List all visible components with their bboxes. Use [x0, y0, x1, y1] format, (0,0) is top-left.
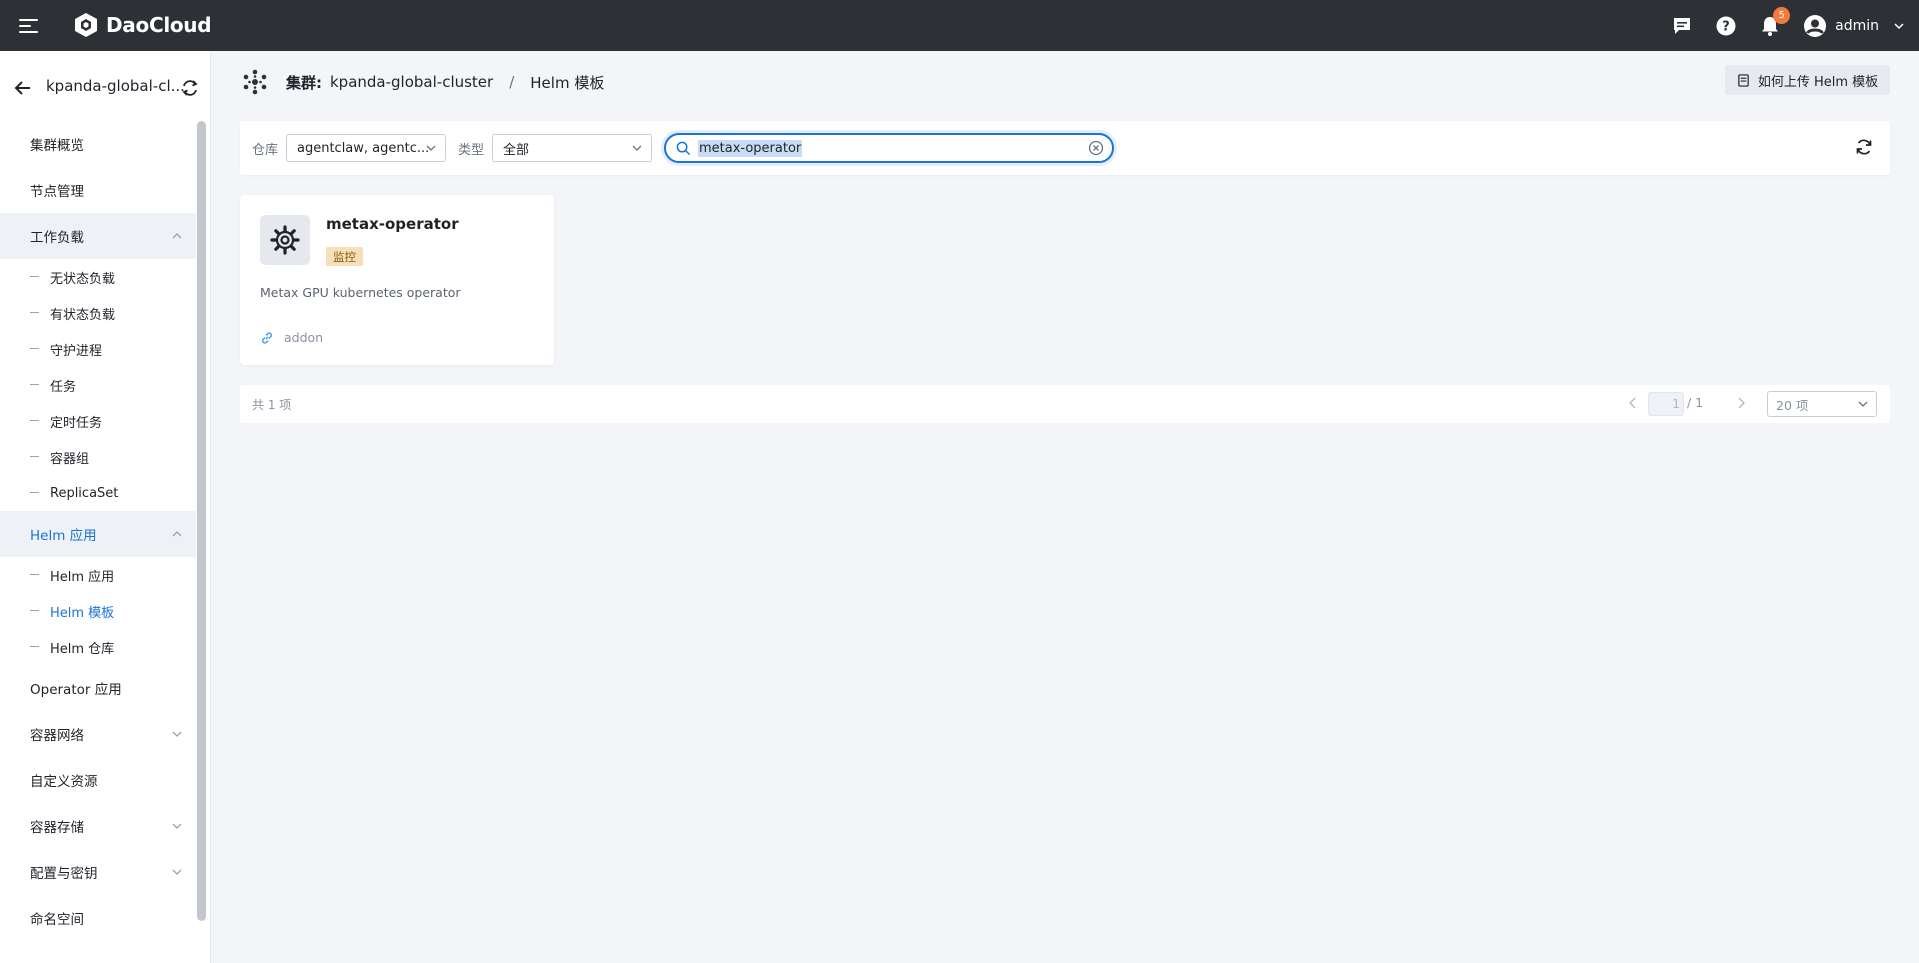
chevron-down-icon: [632, 145, 642, 151]
chat-icon[interactable]: [1671, 15, 1693, 37]
chevron-down-icon: [426, 145, 436, 151]
sidebar-item-namespaces[interactable]: 命名空间: [0, 895, 196, 941]
type-select[interactable]: 全部: [492, 134, 652, 162]
search-icon: [676, 141, 691, 156]
sidebar-item-helm-apps[interactable]: Helm 应用: [0, 511, 196, 557]
chart-description: Metax GPU kubernetes operator: [260, 285, 461, 300]
brand-logo[interactable]: DaoCloud: [72, 11, 212, 39]
svg-text:?: ?: [1722, 19, 1730, 34]
sidebar-item-label: Helm 应用: [30, 528, 97, 544]
how-to-upload-label: 如何上传 Helm 模板: [1757, 74, 1879, 90]
refresh-icon[interactable]: [1854, 137, 1874, 157]
cluster-name: kpanda-global-cl...: [46, 77, 185, 95]
sidebar-subitem-pods[interactable]: 容器组: [0, 439, 196, 475]
chart-title[interactable]: metax-operator: [326, 215, 459, 233]
total-count: 共 1 项: [252, 398, 292, 412]
daocloud-logo-icon: [75, 13, 97, 37]
search-input[interactable]: metax-operator: [664, 133, 1114, 163]
link-icon: [262, 332, 272, 344]
sidebar-scrollbar[interactable]: [197, 121, 206, 921]
type-filter-label: 类型: [458, 143, 485, 158]
breadcrumb-current-page: Helm 模板: [530, 73, 605, 92]
clear-search-icon[interactable]: [1088, 140, 1104, 156]
pagination: 共 1 项 1 / 1 20 项: [240, 385, 1890, 423]
how-to-upload-button[interactable]: 如何上传 Helm 模板: [1725, 65, 1890, 95]
cluster-header: kpanda-global-cl...: [0, 73, 210, 103]
sidebar-subitem-cronjobs[interactable]: 定时任务: [0, 403, 196, 439]
page-size-select[interactable]: 20 项: [1767, 391, 1877, 417]
sidebar: kpanda-global-cl... 集群概览 节点管理 工作负载 无状态负载…: [0, 51, 211, 963]
user-menu[interactable]: admin: [1803, 14, 1905, 38]
helm-chart-card[interactable]: metax-operator 监控 Metax GPU kubernetes o…: [240, 195, 554, 365]
sidebar-item-workloads[interactable]: 工作负载: [0, 213, 196, 259]
sidebar-item-config-secrets[interactable]: 配置与密钥: [0, 849, 196, 895]
sidebar-subitem-daemonsets[interactable]: 守护进程: [0, 331, 196, 367]
menu-icon[interactable]: [18, 15, 40, 37]
sidebar-subitem-jobs[interactable]: 任务: [0, 367, 196, 403]
sidebar-item-custom-resources[interactable]: 自定义资源: [0, 757, 196, 803]
sidebar-nav: 集群概览 节点管理 工作负载 无状态负载 有状态负载 守护进程 任务 定时任务 …: [0, 121, 196, 941]
sidebar-subitem-helm-releases[interactable]: Helm 应用: [0, 557, 196, 593]
filter-bar: 仓库 agentclaw, agentc... 类型 全部 metax-oper…: [240, 121, 1890, 175]
page-total: / 1: [1687, 395, 1704, 410]
repo-select-value: agentclaw, agentc...: [297, 140, 430, 156]
top-navigation-bar: DaoCloud ? 5 admin: [0, 0, 1919, 51]
help-icon[interactable]: ?: [1715, 15, 1737, 37]
notification-badge: 5: [1773, 6, 1791, 24]
chart-repo-name: addon: [284, 330, 324, 345]
sidebar-subitem-statefulsets[interactable]: 有状态负载: [0, 295, 196, 331]
chevron-down-icon: [1894, 22, 1904, 29]
chart-category-tag: 监控: [326, 247, 363, 266]
chevron-left-icon[interactable]: [1626, 396, 1640, 410]
sidebar-item-label: 工作负载: [30, 230, 84, 246]
chevron-down-icon: [172, 731, 182, 737]
sidebar-item-node-management[interactable]: 节点管理: [0, 167, 196, 213]
sidebar-item-cluster-overview[interactable]: 集群概览: [0, 121, 196, 167]
chevron-down-icon: [172, 869, 182, 875]
repo-select[interactable]: agentclaw, agentc...: [286, 134, 446, 162]
back-arrow-icon[interactable]: [13, 78, 33, 98]
page-size-value: 20 项: [1776, 397, 1809, 413]
sidebar-item-operator-apps[interactable]: Operator 应用: [0, 665, 196, 711]
sidebar-item-container-network[interactable]: 容器网络: [0, 711, 196, 757]
gear-icon: [260, 215, 310, 265]
repo-filter-label: 仓库: [252, 143, 279, 158]
sidebar-subitem-deployments[interactable]: 无状态负载: [0, 259, 196, 295]
chevron-down-icon: [172, 823, 182, 829]
chevron-up-icon: [172, 531, 182, 537]
chevron-down-icon: [1858, 401, 1868, 407]
chevron-right-icon[interactable]: [1734, 396, 1748, 410]
sidebar-subitem-replicaset[interactable]: ReplicaSet: [0, 475, 196, 511]
sidebar-subitem-helm-charts[interactable]: Helm 模板: [0, 593, 196, 629]
sidebar-item-label: 容器存储: [30, 820, 84, 836]
chevron-up-icon: [172, 233, 182, 239]
switch-cluster-icon[interactable]: [181, 79, 199, 97]
breadcrumb-separator: /: [509, 73, 515, 91]
sidebar-subitem-helm-repos[interactable]: Helm 仓库: [0, 629, 196, 665]
username: admin: [1835, 17, 1879, 34]
page-number-input[interactable]: 1: [1648, 392, 1684, 416]
breadcrumb-cluster-label: 集群:: [286, 73, 322, 92]
cluster-icon: [243, 69, 267, 95]
brand-name: DaoCloud: [106, 13, 212, 37]
breadcrumb-cluster-link[interactable]: kpanda-global-cluster: [330, 73, 493, 91]
search-input-value: metax-operator: [698, 140, 803, 157]
sidebar-item-label: 容器网络: [30, 728, 84, 744]
type-select-value: 全部: [503, 142, 530, 158]
breadcrumb: 集群: kpanda-global-cluster / Helm 模板: [240, 64, 604, 100]
sidebar-item-label: 配置与密钥: [30, 866, 98, 882]
sidebar-item-container-storage[interactable]: 容器存储: [0, 803, 196, 849]
bell-icon[interactable]: 5: [1759, 6, 1791, 37]
document-icon: [1738, 73, 1749, 87]
user-avatar-icon: [1804, 14, 1827, 37]
